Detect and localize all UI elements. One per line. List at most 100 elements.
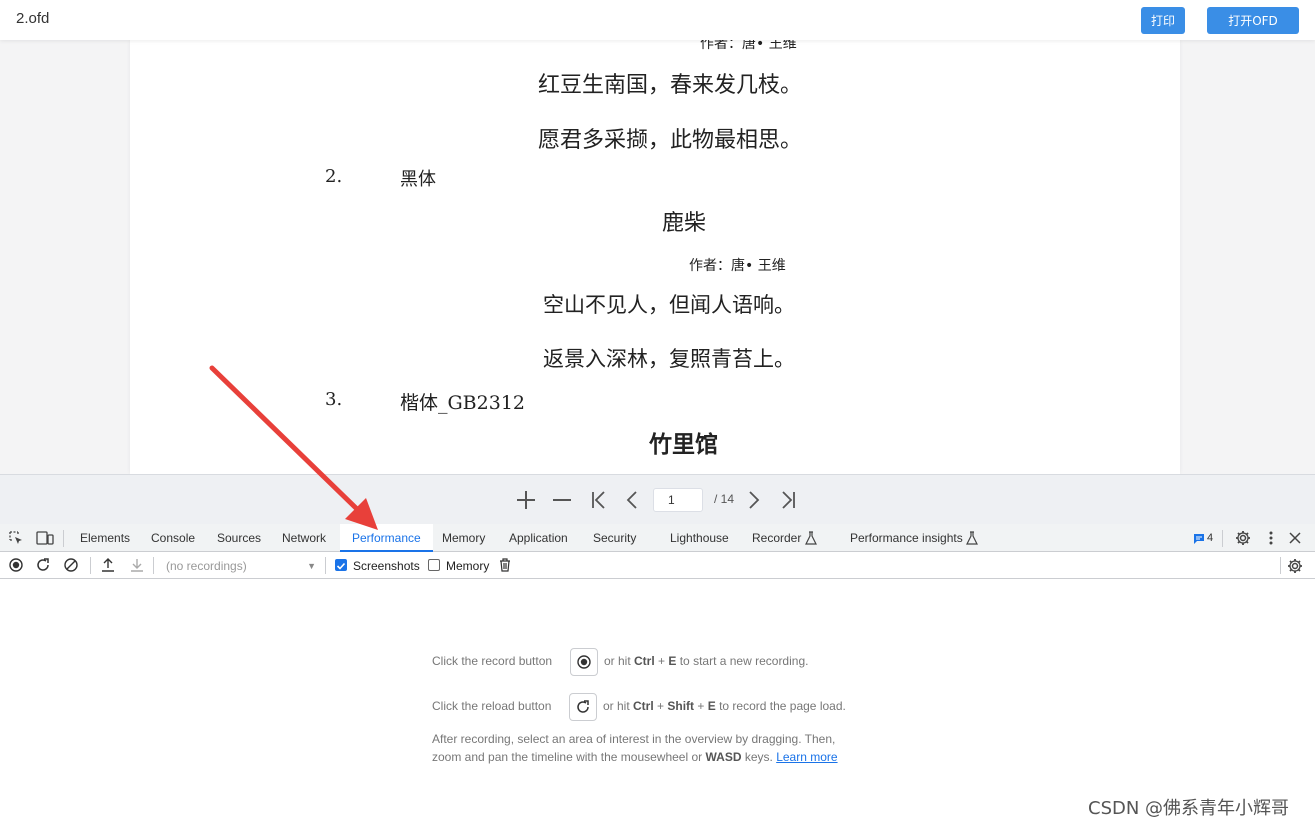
- reload-record-button[interactable]: [36, 558, 50, 572]
- divider: [63, 530, 64, 547]
- first-page-icon: [592, 491, 605, 509]
- plus-icon: [517, 491, 535, 509]
- next-page-button[interactable]: [740, 487, 766, 513]
- poem2-line2: 返景入深林，复照青苔上。: [543, 347, 795, 371]
- devtools-tab-bar: Elements Console Sources Network Perform…: [0, 524, 1315, 552]
- recordings-select[interactable]: (no recordings) ▼: [160, 556, 320, 576]
- load-profile-button[interactable]: [101, 558, 115, 572]
- inspect-icon: [9, 531, 22, 544]
- settings-button[interactable]: [1235, 530, 1251, 546]
- record-hint-text: Click the record button: [432, 654, 553, 668]
- close-devtools-button[interactable]: [1288, 531, 1302, 545]
- chevron-left-icon: [626, 491, 637, 509]
- screenshots-label: Screenshots: [353, 559, 420, 573]
- app-header: 2.ofd 打印 打开OFD: [0, 0, 1315, 40]
- tab-performance-insights[interactable]: Performance insights: [850, 524, 963, 552]
- performance-landing: Click the record button or hit Ctrl + E …: [0, 579, 1315, 824]
- trash-icon: [499, 558, 510, 572]
- issues-count[interactable]: 4: [1207, 524, 1213, 552]
- minus-icon: [553, 499, 571, 501]
- caret-down-icon: ▼: [307, 561, 316, 571]
- list-number-3: 3.: [325, 389, 343, 410]
- collect-garbage-button[interactable]: [498, 558, 511, 572]
- kebab-menu-icon: [1269, 531, 1273, 545]
- divider: [1222, 530, 1223, 547]
- landing-reload-button[interactable]: [569, 693, 597, 721]
- poem2-title: 鹿柴: [662, 211, 707, 236]
- tab-elements[interactable]: Elements: [80, 524, 130, 552]
- file-name: 2.ofd: [16, 10, 50, 27]
- reload-icon: [577, 700, 589, 713]
- poem1-line1: 红豆生南国，春来发几枝。: [538, 73, 803, 98]
- poem3-title: 竹里馆: [649, 432, 718, 458]
- device-icon: [36, 531, 54, 545]
- author-line-partial: 作者：唐• 王维: [700, 40, 797, 52]
- poem1-line2: 愿君多采撷，此物最相思。: [538, 128, 803, 153]
- tab-application[interactable]: Application: [509, 524, 568, 552]
- upload-icon: [102, 558, 114, 572]
- memory-checkbox[interactable]: [428, 559, 440, 571]
- last-page-icon: [782, 491, 795, 509]
- divider: [325, 557, 326, 574]
- tab-network[interactable]: Network: [282, 524, 326, 552]
- record-icon: [9, 558, 23, 572]
- landing-record-button[interactable]: [570, 648, 598, 676]
- record-shortcut-hint: or hit Ctrl + E to start a new recording…: [604, 654, 809, 668]
- zoom-in-button[interactable]: [513, 487, 539, 513]
- document-page: 作者：唐• 王维 红豆生南国，春来发几枝。 愿君多采撷，此物最相思。 2. 黑体…: [130, 40, 1180, 474]
- record-icon: [577, 655, 591, 669]
- first-page-button[interactable]: [586, 487, 612, 513]
- document-viewer[interactable]: 作者：唐• 王维 红豆生南国，春来发几枝。 愿君多采撷，此物最相思。 2. 黑体…: [0, 40, 1315, 474]
- print-button[interactable]: 打印: [1141, 7, 1185, 34]
- divider: [153, 557, 154, 574]
- save-profile-button[interactable]: [130, 558, 144, 572]
- reload-icon: [37, 558, 49, 571]
- poem2-author: 作者：唐• 王维: [689, 258, 786, 274]
- list-label-3: 楷体_GB2312: [400, 392, 525, 414]
- gear-icon: [1288, 559, 1302, 573]
- reload-hint-text: Click the reload button: [432, 699, 552, 713]
- screenshots-checkbox[interactable]: [335, 559, 347, 571]
- recordings-select-value: (no recordings): [166, 559, 247, 573]
- list-label-2: 黑体: [400, 169, 436, 190]
- zoom-out-button[interactable]: [549, 487, 575, 513]
- divider: [1280, 557, 1281, 574]
- page-number-input[interactable]: [653, 488, 703, 512]
- tab-sources[interactable]: Sources: [217, 524, 261, 552]
- flask-icon: [966, 531, 978, 545]
- learn-more-link[interactable]: Learn more: [776, 750, 837, 764]
- clear-icon: [64, 558, 78, 572]
- list-number-2: 2.: [325, 166, 343, 187]
- divider: [90, 557, 91, 574]
- page-total: / 14: [714, 492, 735, 506]
- prev-page-button[interactable]: [620, 487, 646, 513]
- tab-security[interactable]: Security: [593, 524, 636, 552]
- more-options-button[interactable]: [1264, 530, 1278, 546]
- performance-toolbar: (no recordings) ▼ Screenshots Memory: [0, 552, 1315, 579]
- checkmark-icon: [336, 562, 346, 570]
- inspect-element-button[interactable]: [8, 530, 24, 546]
- gear-icon: [1236, 531, 1250, 545]
- page-navigation-bar: / 14: [0, 474, 1315, 524]
- devtools-panel: Elements Console Sources Network Perform…: [0, 524, 1315, 824]
- clear-button[interactable]: [64, 558, 78, 572]
- poem2-line1: 空山不见人，但闻人语响。: [543, 293, 795, 317]
- tab-memory[interactable]: Memory: [442, 524, 485, 552]
- chevron-right-icon: [749, 491, 760, 509]
- flask-icon: [805, 531, 817, 545]
- close-icon: [1289, 532, 1301, 544]
- tab-console[interactable]: Console: [151, 524, 195, 552]
- device-toolbar-button[interactable]: [36, 530, 54, 546]
- tab-lighthouse[interactable]: Lighthouse: [670, 524, 729, 552]
- tab-performance[interactable]: Performance: [340, 524, 433, 552]
- zoom-pan-hint: zoom and pan the timeline with the mouse…: [432, 750, 838, 764]
- csdn-watermark: CSDN @佛系青年小辉哥: [1088, 798, 1290, 819]
- issues-message-icon[interactable]: [1193, 533, 1205, 545]
- capture-settings-button[interactable]: [1287, 558, 1303, 574]
- open-ofd-button[interactable]: 打开OFD: [1207, 7, 1299, 34]
- tab-recorder[interactable]: Recorder: [752, 524, 801, 552]
- after-recording-hint: After recording, select an area of inter…: [432, 732, 836, 746]
- memory-label: Memory: [446, 559, 490, 573]
- record-button[interactable]: [9, 558, 23, 572]
- last-page-button[interactable]: [775, 487, 801, 513]
